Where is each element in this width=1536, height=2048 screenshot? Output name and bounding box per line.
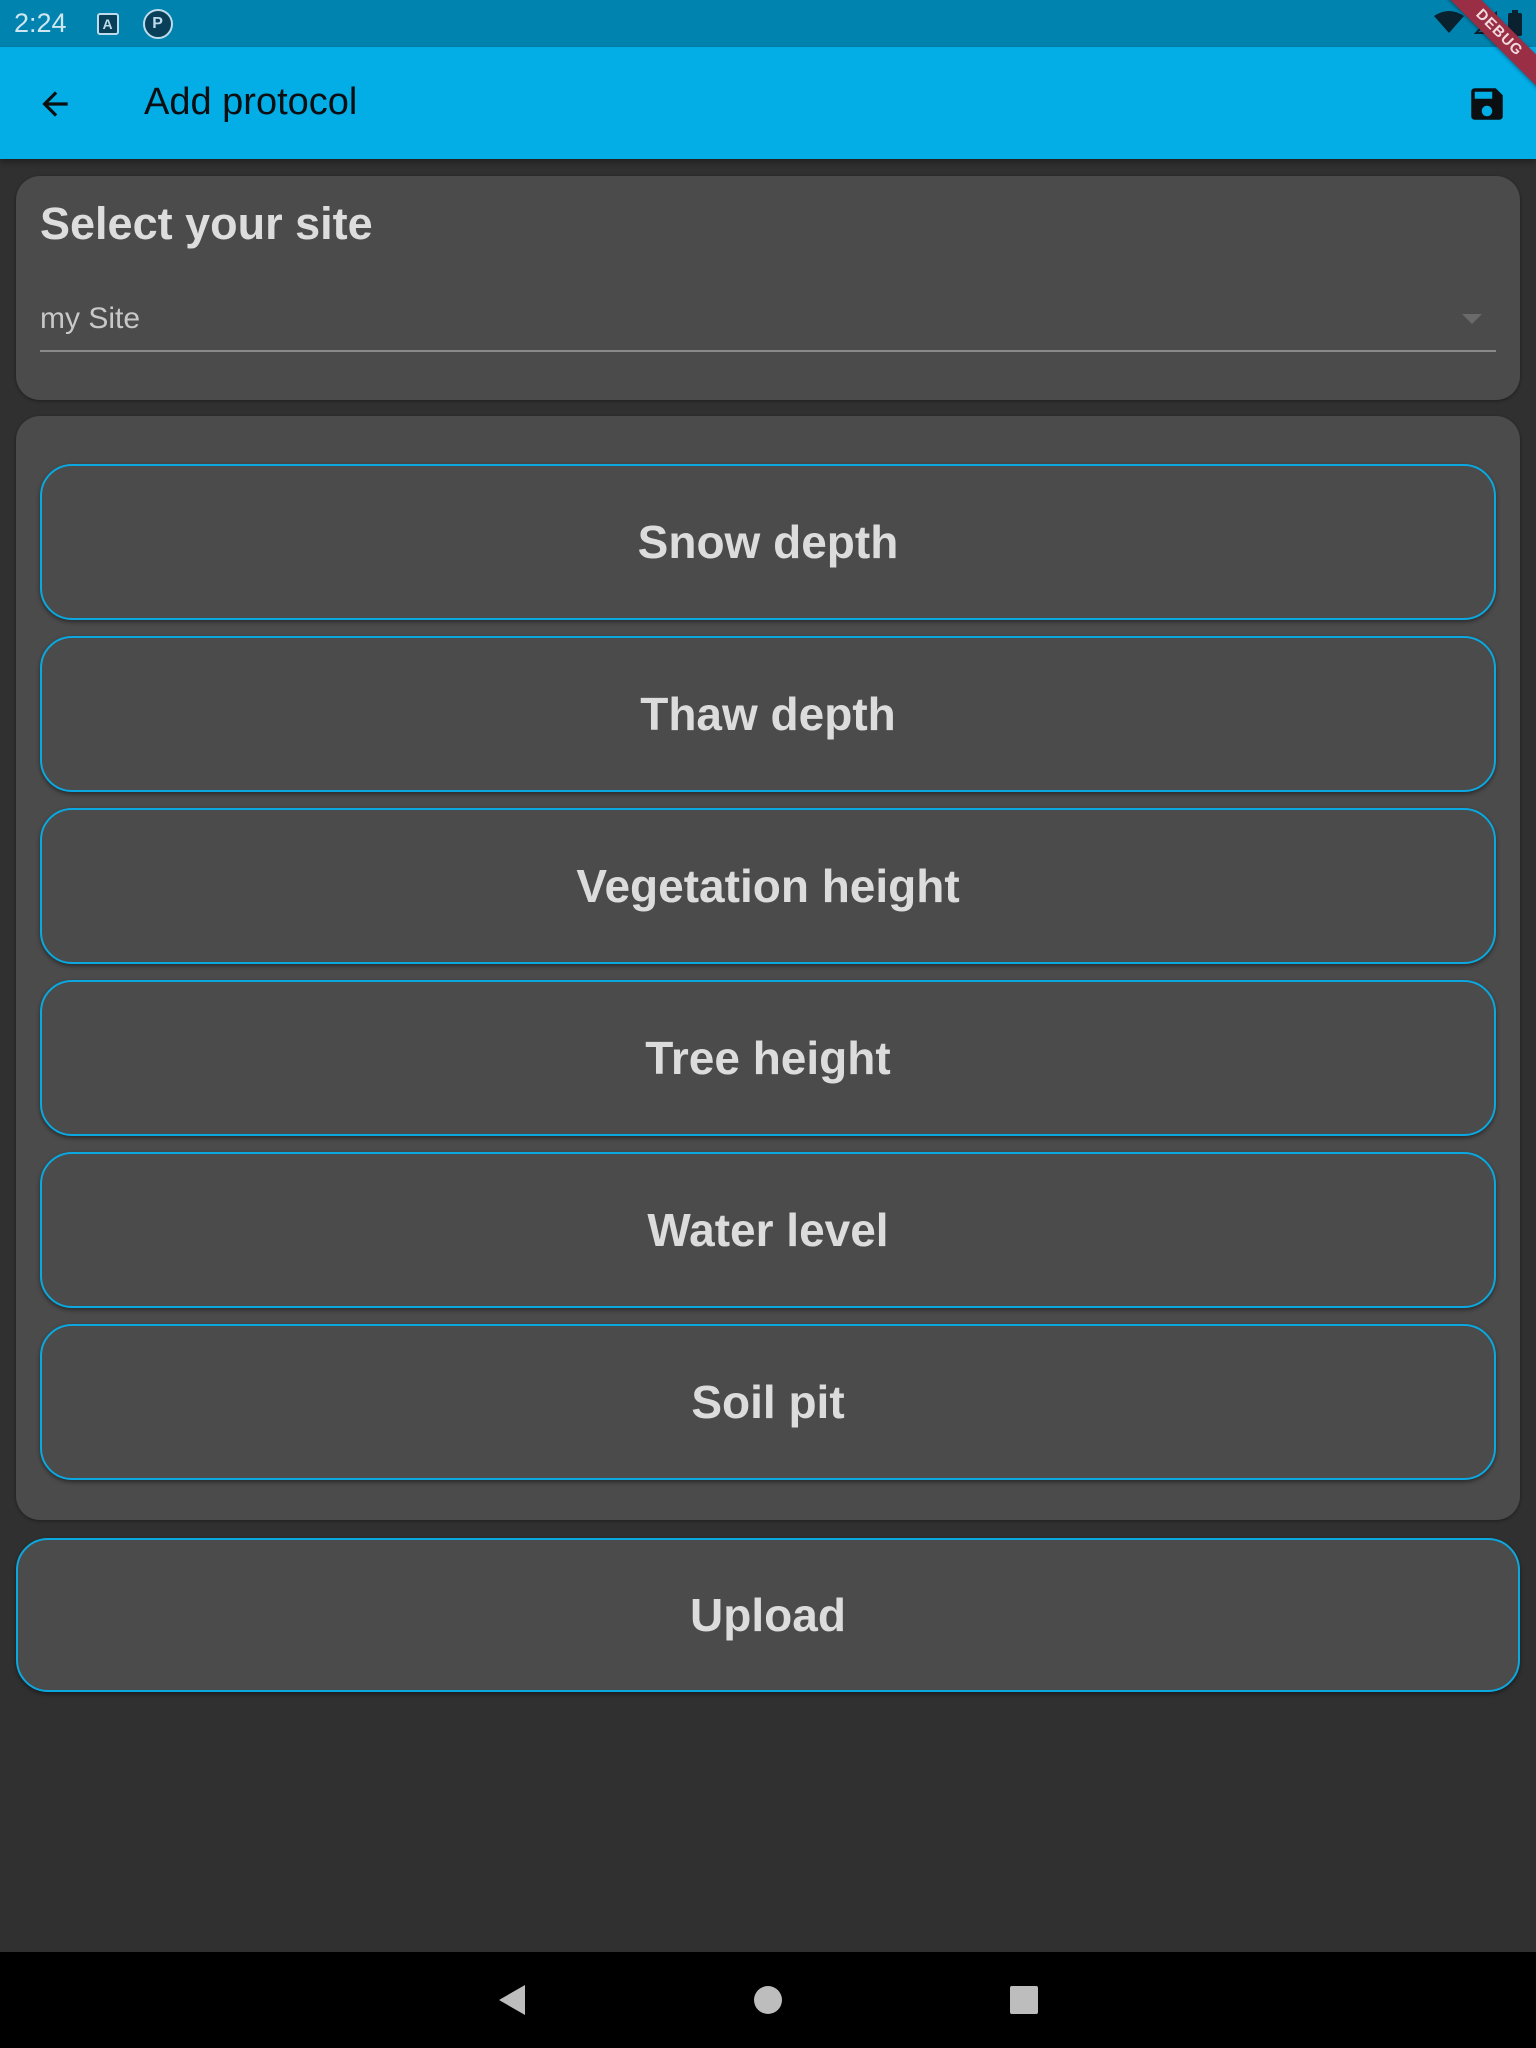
page-title: Add protocol xyxy=(144,81,358,123)
site-selection-card: Select your site my Site xyxy=(16,176,1520,400)
status-bar: 2:24 A P xyxy=(0,0,1536,47)
home-circle-icon xyxy=(754,1986,782,2014)
wifi-icon xyxy=(1434,11,1464,35)
protocol-list-card: Snow depth Thaw depth Vegetation height … xyxy=(16,416,1520,1520)
snow-depth-button[interactable]: Snow depth xyxy=(40,464,1496,620)
status-time: 2:24 xyxy=(14,8,67,38)
upload-button[interactable]: Upload xyxy=(16,1538,1520,1692)
nav-home-button[interactable] xyxy=(740,1972,796,2028)
a-notification-icon: A xyxy=(96,12,119,35)
back-triangle-icon xyxy=(499,1985,525,2015)
back-button[interactable] xyxy=(26,75,84,133)
thaw-depth-button[interactable]: Thaw depth xyxy=(40,636,1496,792)
arrow-back-icon xyxy=(42,91,68,117)
nav-back-button[interactable] xyxy=(484,1972,540,2028)
p-notification-icon: P xyxy=(142,8,173,39)
nav-recents-button[interactable] xyxy=(996,1972,1052,2028)
app-bar: Add protocol xyxy=(0,47,1536,159)
save-button[interactable] xyxy=(1458,75,1516,133)
water-level-button[interactable]: Water level xyxy=(40,1152,1496,1308)
recents-square-icon xyxy=(1010,1986,1038,2014)
tree-height-button[interactable]: Tree height xyxy=(40,980,1496,1136)
vegetation-height-button[interactable]: Vegetation height xyxy=(40,808,1496,964)
save-icon xyxy=(1471,88,1503,120)
site-section-title: Select your site xyxy=(40,198,373,249)
system-nav-bar xyxy=(0,1952,1536,2048)
soil-pit-button[interactable]: Soil pit xyxy=(40,1324,1496,1480)
dropdown-arrow-icon xyxy=(1462,314,1482,324)
site-dropdown-value: my Site xyxy=(40,302,141,335)
site-dropdown[interactable]: my Site xyxy=(40,300,1496,352)
